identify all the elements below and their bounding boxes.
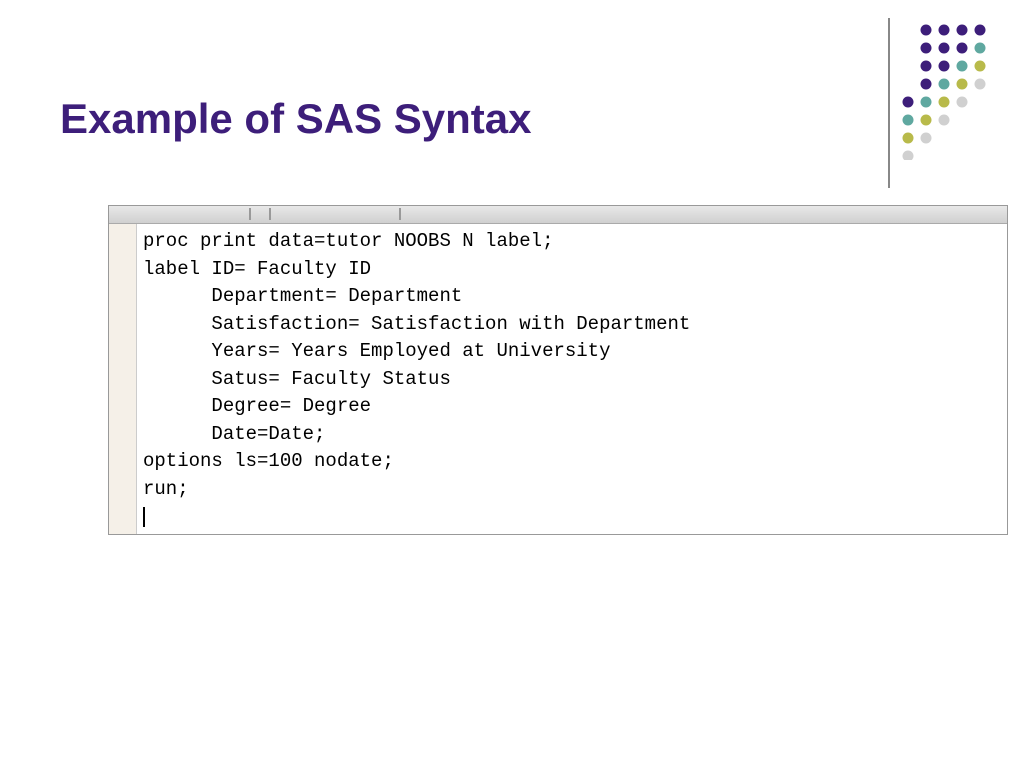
code-line: run; xyxy=(143,478,189,500)
code-line: proc print data=tutor NOOBS N label; xyxy=(143,230,553,252)
code-line: Satisfaction= Satisfaction with Departme… xyxy=(143,313,690,335)
code-line: options ls=100 nodate; xyxy=(143,450,394,472)
slide-title: Example of SAS Syntax xyxy=(60,95,532,143)
code-line: Degree= Degree xyxy=(143,395,371,417)
code-line: Date=Date; xyxy=(143,423,325,445)
editor-toolbar xyxy=(109,206,1007,224)
text-cursor xyxy=(143,507,145,527)
code-content[interactable]: proc print data=tutor NOOBS N label; lab… xyxy=(137,224,1007,534)
editor-body: proc print data=tutor NOOBS N label; lab… xyxy=(109,224,1007,534)
code-line: Satus= Faculty Status xyxy=(143,368,451,390)
decorative-dots xyxy=(886,20,1006,160)
editor-gutter xyxy=(109,224,137,534)
code-line: Department= Department xyxy=(143,285,462,307)
code-editor-window: proc print data=tutor NOOBS N label; lab… xyxy=(108,205,1008,535)
code-line: label ID= Faculty ID xyxy=(143,258,371,280)
code-line: Years= Years Employed at University xyxy=(143,340,610,362)
